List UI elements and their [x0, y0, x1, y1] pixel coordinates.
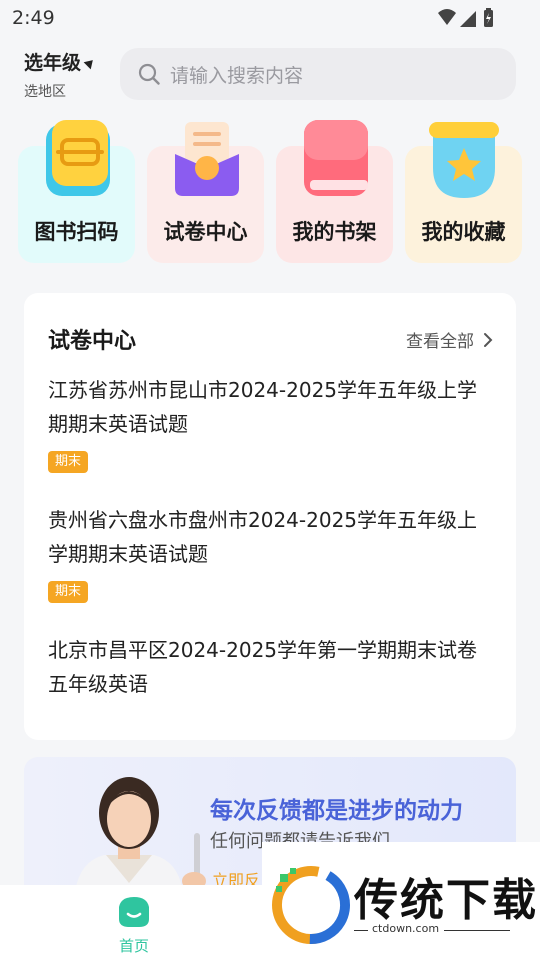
- watermark: 传统下载 ctdown.com: [262, 842, 540, 960]
- region-label[interactable]: 选地区: [24, 81, 114, 101]
- paper-tag: 期末: [48, 451, 89, 473]
- grade-selector[interactable]: 选年级 选地区: [24, 48, 114, 100]
- home-icon: [119, 897, 149, 927]
- chevron-right-icon: [484, 332, 493, 347]
- search-icon: [138, 63, 160, 85]
- grade-label: 选年级: [24, 52, 82, 74]
- search-input[interactable]: 请输入搜索内容: [120, 48, 516, 100]
- paper-center-card: 试卷中心 查看全部 江苏省苏州市昆山市2024-2025学年五年级上学期期末英语…: [24, 293, 516, 740]
- paper-list-item[interactable]: 贵州省六盘水市盘州市2024-2025学年五年级上学期期末英语试题 期末: [48, 503, 492, 603]
- watermark-rule: [444, 930, 510, 931]
- paper-title: 贵州省六盘水市盘州市2024-2025学年五年级上学期期末英语试题: [48, 508, 478, 566]
- signal-icon: [460, 11, 476, 27]
- dropdown-caret-icon: [83, 56, 97, 70]
- view-all-link[interactable]: 查看全部: [406, 327, 496, 352]
- watermark-logo-icon: [272, 866, 350, 944]
- watermark-url: ctdown.com: [372, 922, 440, 935]
- quick-action-label: 试卷中心: [163, 220, 248, 244]
- watermark-rule: [354, 930, 368, 931]
- quick-action-label: 我的书架: [292, 220, 377, 244]
- banner-title: 每次反馈都是进步的动力: [210, 798, 463, 824]
- paper-center-button[interactable]: 试卷中心: [147, 122, 264, 263]
- quick-action-label: 图书扫码: [34, 220, 119, 244]
- paper-title: 北京市昌平区2024-2025学年第一学期期末试卷五年级英语: [48, 638, 478, 696]
- quick-action-label: 我的收藏: [421, 220, 506, 244]
- bookshelf-icon: [303, 120, 368, 196]
- wifi-icon: [438, 9, 456, 25]
- book-scan-button[interactable]: 图书扫码: [18, 120, 135, 263]
- view-all-label: 查看全部: [406, 332, 474, 352]
- tab-home[interactable]: 首页: [104, 895, 164, 955]
- status-bar: 2:49: [0, 0, 540, 38]
- my-favorites-button[interactable]: 我的收藏: [405, 122, 522, 263]
- quick-actions: 图书扫码 试卷中心 我的书架 我的收藏: [18, 118, 522, 264]
- status-time: 2:49: [12, 7, 55, 29]
- star-box-icon: [428, 122, 499, 198]
- search-placeholder: 请输入搜索内容: [170, 64, 304, 87]
- tab-home-label: 首页: [118, 937, 149, 955]
- section-title: 试卷中心: [48, 329, 137, 354]
- paper-list-item[interactable]: 江苏省苏州市昆山市2024-2025学年五年级上学期期末英语试题 期末: [48, 373, 492, 473]
- book-scan-icon: [45, 120, 110, 196]
- paper-list-item[interactable]: 北京市昌平区2024-2025学年第一学期期末试卷五年级英语: [48, 633, 492, 701]
- my-bookshelf-button[interactable]: 我的书架: [276, 120, 393, 263]
- status-icons: [438, 8, 493, 27]
- paper-envelope-icon: [174, 122, 239, 196]
- paper-tag: 期末: [48, 581, 89, 603]
- paper-title: 江苏省苏州市昆山市2024-2025学年五年级上学期期末英语试题: [48, 378, 478, 436]
- watermark-brand: 传统下载: [354, 875, 538, 926]
